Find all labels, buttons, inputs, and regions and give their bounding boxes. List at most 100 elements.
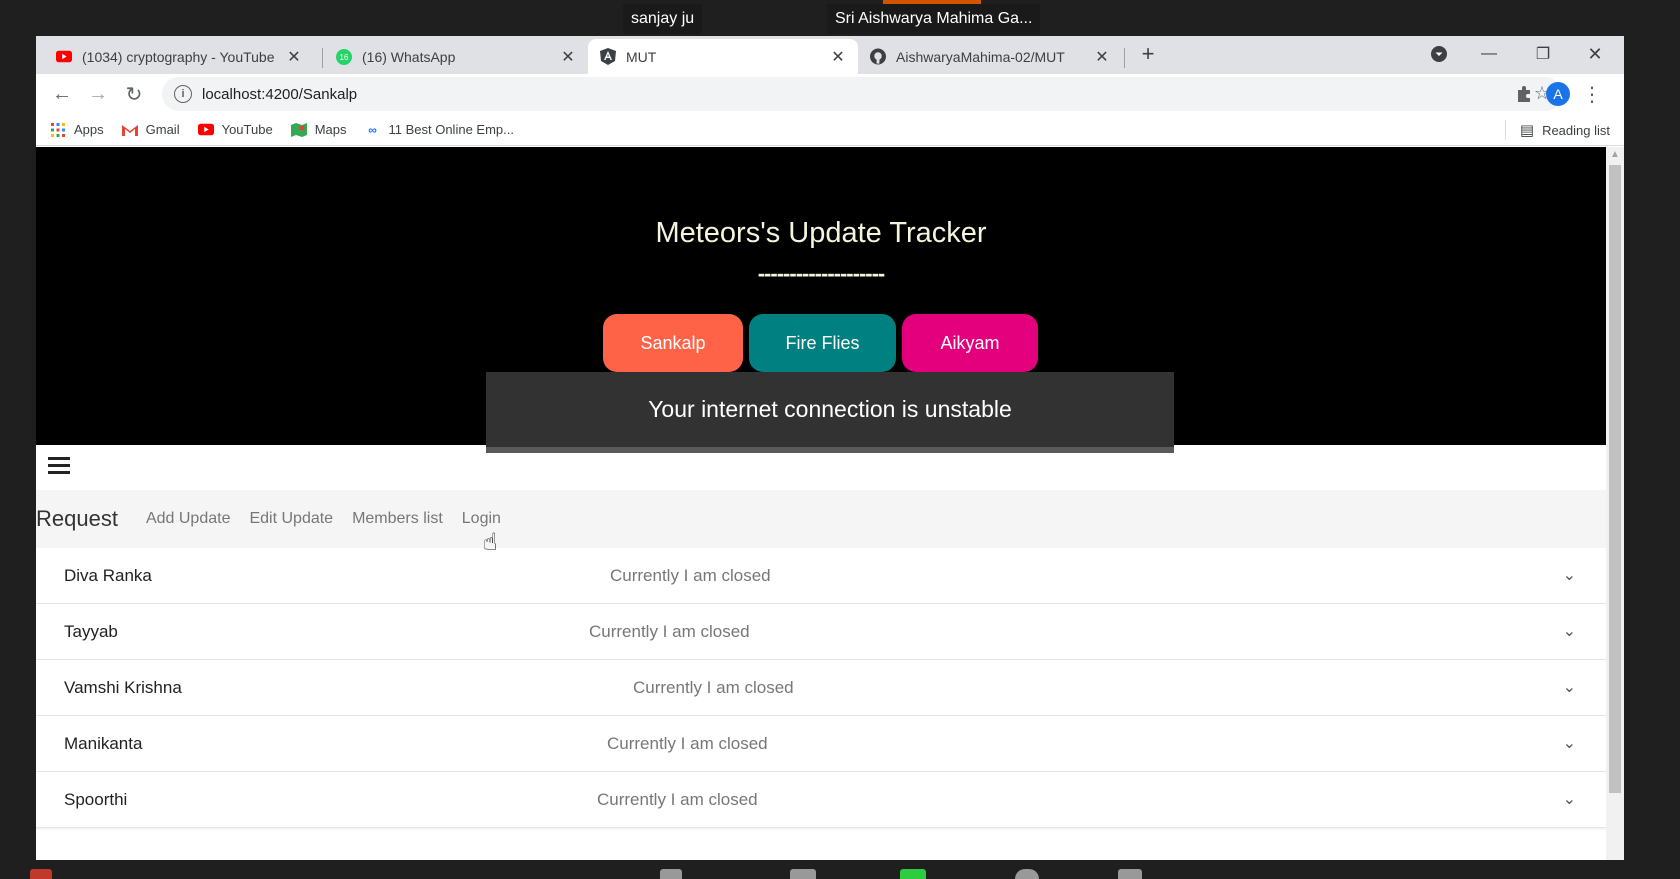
- tab-separator: [322, 48, 323, 68]
- bookmark-gmail[interactable]: Gmail: [121, 122, 180, 138]
- share-screen-icon[interactable]: [900, 869, 926, 879]
- bookmark-label: 11 Best Online Emp...: [388, 122, 514, 137]
- tab-title: AishwaryaMahima-02/MUT: [896, 48, 1065, 65]
- mute-icon[interactable]: [30, 869, 52, 879]
- navbar-brand[interactable]: Request: [36, 506, 118, 532]
- chat-icon[interactable]: [790, 869, 816, 879]
- member-status: Currently I am closed: [607, 734, 768, 753]
- member-name: Diva Ranka: [64, 566, 152, 585]
- bookmark-label: YouTube: [221, 122, 273, 137]
- browser-toolbar: ← → ↻ i localhost:4200/Sankalp ☆ A ⋮: [36, 74, 1624, 114]
- back-button[interactable]: ←: [48, 80, 76, 108]
- list-item[interactable]: Spoorthi Currently I am closed ⌄: [36, 772, 1606, 828]
- list-item[interactable]: Vamshi Krishna Currently I am closed ⌄: [36, 660, 1606, 716]
- youtube-icon: [197, 122, 214, 138]
- svg-text:16: 16: [340, 53, 349, 62]
- web-page: Meteors's Update Tracker ---------------…: [36, 147, 1606, 860]
- list-item[interactable]: Diva Ranka Currently I am closed ⌄: [36, 548, 1606, 604]
- maps-icon: [290, 122, 307, 138]
- chevron-down-icon[interactable]: ⌄: [1563, 789, 1576, 809]
- member-name: Vamshi Krishna: [64, 678, 182, 697]
- close-icon[interactable]: ✕: [560, 47, 576, 67]
- team-button-sankalp[interactable]: Sankalp: [603, 314, 743, 372]
- participant-name-right: Sri Aishwarya Mahima Ga...: [827, 4, 1041, 34]
- profile-avatar[interactable]: A: [1544, 80, 1572, 108]
- infinity-link-icon: ∞: [368, 122, 377, 137]
- bookmark-label: Maps: [314, 122, 347, 137]
- team-button-fire-flies[interactable]: Fire Flies: [749, 314, 896, 372]
- chevron-down-icon: [1431, 46, 1447, 62]
- chevron-down-icon[interactable]: ⌄: [1563, 677, 1576, 697]
- scrollbar-thumb[interactable]: [1609, 165, 1621, 793]
- kebab-menu-icon[interactable]: ⋮: [1578, 80, 1606, 108]
- chevron-down-icon[interactable]: ⌄: [1563, 733, 1576, 753]
- close-window-button[interactable]: ✕: [1570, 36, 1620, 72]
- record-icon[interactable]: [1015, 869, 1039, 879]
- restore-button[interactable]: ❐: [1518, 36, 1568, 72]
- close-icon[interactable]: ✕: [286, 47, 302, 67]
- tab-whatsapp[interactable]: 16 (16) WhatsApp ✕: [324, 39, 588, 74]
- tab-separator: [1124, 48, 1125, 68]
- site-info-icon[interactable]: i: [174, 85, 192, 103]
- member-status: Currently I am closed: [589, 622, 750, 641]
- member-status: Currently I am closed: [633, 678, 794, 697]
- bookmark-youtube[interactable]: YouTube: [197, 122, 273, 138]
- github-icon: [870, 48, 886, 65]
- reading-list-icon: ▤: [1519, 122, 1535, 139]
- tab-search-button[interactable]: [1414, 36, 1464, 72]
- bookmarks-bar: Apps Gmail YouTube Maps ∞ 11 Best Online…: [36, 114, 1624, 146]
- address-bar[interactable]: i localhost:4200/Sankalp ☆: [162, 77, 1562, 111]
- bookmark-label: Apps: [74, 122, 104, 137]
- reload-button[interactable]: ↻: [120, 80, 148, 108]
- tab-strip: (1034) cryptography - YouTube ✕ 16 (16) …: [36, 36, 1624, 74]
- chevron-down-icon[interactable]: ⌄: [1563, 565, 1576, 585]
- close-icon[interactable]: ✕: [1094, 47, 1110, 67]
- bookmark-apps[interactable]: Apps: [50, 122, 104, 138]
- list-item[interactable]: Tayyab Currently I am closed ⌄: [36, 604, 1606, 660]
- page-title: Meteors's Update Tracker: [655, 217, 987, 249]
- gmail-icon: [121, 122, 138, 138]
- member-status: Currently I am closed: [597, 790, 758, 809]
- whatsapp-icon: 16: [336, 48, 352, 65]
- participants-icon[interactable]: [660, 869, 682, 879]
- scroll-up-arrow-icon[interactable]: ▲: [1606, 149, 1624, 160]
- reactions-icon[interactable]: [1118, 869, 1142, 879]
- connection-toast: Your internet connection is unstable: [486, 372, 1174, 453]
- tab-github[interactable]: AishwaryaMahima-02/MUT ✕: [858, 39, 1122, 74]
- team-button-aikyam[interactable]: Aikyam: [902, 314, 1038, 372]
- list-item[interactable]: Manikanta Currently I am closed ⌄: [36, 716, 1606, 772]
- tab-title: (16) WhatsApp: [362, 48, 456, 65]
- title-divider: --------------------: [757, 261, 886, 286]
- bookmark-maps[interactable]: Maps: [290, 122, 347, 138]
- new-tab-button[interactable]: +: [1128, 36, 1168, 72]
- url-text: localhost:4200/Sankalp: [202, 85, 358, 103]
- page-scrollbar[interactable]: ▲: [1606, 147, 1624, 860]
- member-status: Currently I am closed: [610, 566, 771, 585]
- bookmark-label: Gmail: [145, 122, 180, 137]
- nav-link-members-list[interactable]: Members list: [352, 510, 443, 528]
- forward-button[interactable]: →: [84, 80, 112, 108]
- nav-link-add-update[interactable]: Add Update: [146, 510, 231, 528]
- bookmark-online-emp[interactable]: ∞ 11 Best Online Emp...: [364, 122, 514, 138]
- close-icon[interactable]: ✕: [830, 47, 846, 67]
- tab-mut[interactable]: MUT ✕: [588, 39, 858, 74]
- extensions-icon[interactable]: [1510, 80, 1538, 108]
- minimize-button[interactable]: —: [1464, 36, 1514, 72]
- members-accordion: Diva Ranka Currently I am closed ⌄ Tayya…: [36, 548, 1606, 828]
- nav-link-login[interactable]: Login: [462, 510, 501, 528]
- nav-link-edit-update[interactable]: Edit Update: [249, 510, 333, 528]
- hamburger-menu-icon[interactable]: [48, 457, 70, 475]
- participant-name-left: sanjay ju: [623, 4, 703, 34]
- browser-window: (1034) cryptography - YouTube ✕ 16 (16) …: [36, 36, 1624, 860]
- member-name: Manikanta: [64, 734, 143, 753]
- tab-youtube[interactable]: (1034) cryptography - YouTube ✕: [44, 39, 314, 74]
- member-name: Tayyab: [64, 622, 118, 641]
- tab-title: (1034) cryptography - YouTube: [82, 48, 275, 65]
- chevron-down-icon[interactable]: ⌄: [1563, 621, 1576, 641]
- request-navbar: Request Add Update Edit Update Members l…: [36, 490, 1606, 548]
- hand-cursor-icon: ☝: [483, 529, 498, 556]
- youtube-icon: [56, 49, 72, 65]
- reading-list-button[interactable]: ▤ Reading list: [1504, 120, 1610, 140]
- reading-list-label: Reading list: [1542, 122, 1610, 138]
- member-name: Spoorthi: [64, 790, 128, 809]
